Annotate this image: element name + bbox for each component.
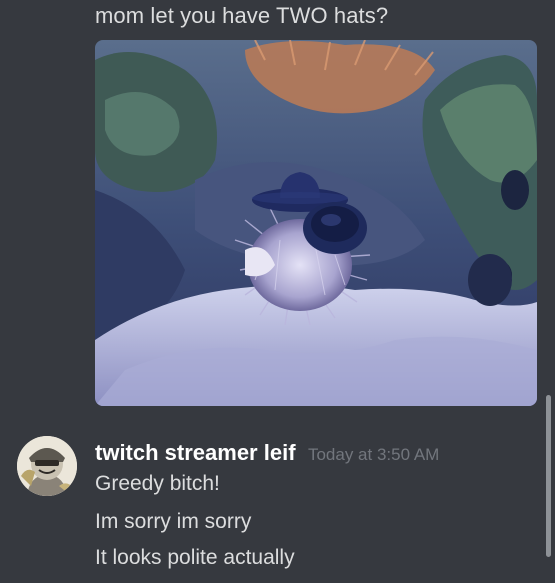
previous-message-text: mom let you have TWO hats? — [95, 3, 389, 28]
avatar-icon — [17, 436, 77, 496]
message-line: It looks polite actually — [95, 546, 295, 569]
message-header: twitch streamer leif Today at 3:50 AM — [95, 440, 439, 466]
username[interactable]: twitch streamer leif — [95, 440, 296, 465]
image-attachment[interactable] — [95, 40, 537, 406]
urchin-photo — [95, 40, 537, 406]
message-group: twitch streamer leif Today at 3:50 AM Gr… — [0, 430, 555, 583]
chat-view: mom let you have TWO hats? twitch stream… — [0, 0, 555, 583]
message-line: Im sorry im sorry — [95, 510, 252, 533]
user-avatar[interactable] — [17, 436, 77, 496]
message-line: Greedy bitch! — [95, 472, 220, 495]
timestamp: Today at 3:50 AM — [307, 445, 440, 464]
scrollbar-thumb[interactable] — [546, 395, 551, 557]
